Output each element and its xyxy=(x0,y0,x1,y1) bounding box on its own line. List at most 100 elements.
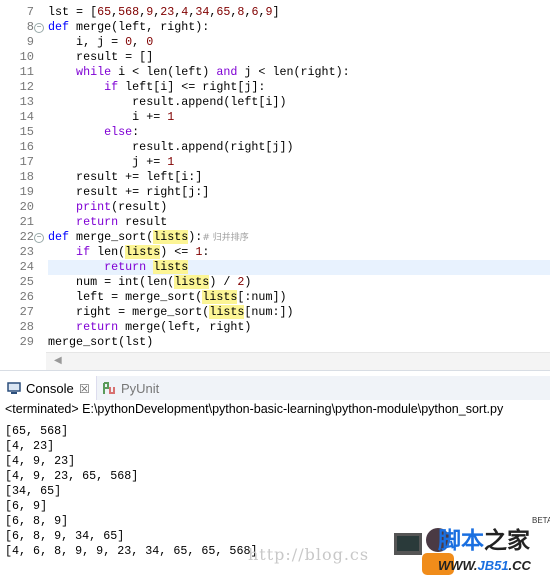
code-line[interactable]: i, j = 0, 0 xyxy=(48,35,550,50)
keyword: if xyxy=(48,80,119,94)
console-output: [65, 568] [4, 23] [4, 9, 23] [4, 9, 23, 65,… xyxy=(5,424,258,559)
tab-console[interactable]: Console ☒ xyxy=(0,376,97,400)
code-line[interactable]: result = [] xyxy=(48,50,550,65)
line-number: 19 xyxy=(19,185,34,199)
code-line[interactable]: if len(lists) <= 1: xyxy=(48,245,550,260)
line-number: 7 xyxy=(26,5,34,19)
code-text: result += right[j:] xyxy=(48,185,210,199)
number-literal: 23 xyxy=(160,5,175,19)
number-literal: 1 xyxy=(167,110,175,124)
output-line: [6, 8, 9] xyxy=(5,514,69,528)
code-text: i += xyxy=(48,110,168,124)
code-text: left[i] <= right[j]: xyxy=(118,80,266,94)
code-text: merge(left, right) xyxy=(118,320,252,334)
code-text: : xyxy=(132,125,140,139)
output-line: [6, 9] xyxy=(5,499,48,513)
code-editor[interactable]: 7 8−9 10 11 12 13 14 15 16 17 18 19 20 21 22−23 24 25 26 2… xyxy=(0,0,550,372)
code-line[interactable]: return lists xyxy=(48,260,550,275)
output-line: [4, 6, 8, 9, 9, 23, 34, 65, 65, 568] xyxy=(5,544,258,558)
code-text: num = int(len( xyxy=(48,275,175,289)
code-line[interactable]: return result xyxy=(48,215,550,230)
line-number: 15 xyxy=(19,125,34,139)
code-line[interactable]: num = int(len(lists) / 2) xyxy=(48,275,550,290)
tab-label: PyUnit xyxy=(121,381,160,396)
fold-toggle-icon[interactable]: − xyxy=(34,233,44,243)
number-literal: 34 xyxy=(195,5,210,19)
line-number: 16 xyxy=(19,140,34,154)
code-line[interactable]: j += 1 xyxy=(48,155,550,170)
code-text: result += left[i:] xyxy=(48,170,203,184)
code-line[interactable]: return merge(left, right) xyxy=(48,320,550,335)
line-number: 24 xyxy=(19,260,34,274)
line-number: 26 xyxy=(19,290,34,304)
code-text: merge_sort(lst) xyxy=(48,335,154,349)
output-line: [4, 23] xyxy=(5,439,55,453)
line-number: 12 xyxy=(19,80,34,94)
line-number: 17 xyxy=(19,155,34,169)
code-line[interactable]: def merge_sort(lists):# 归并排序 xyxy=(48,230,550,245)
code-text: ) xyxy=(244,275,252,289)
number-literal: 568 xyxy=(118,5,140,19)
close-tab-icon[interactable]: ☒ xyxy=(79,376,90,402)
code-line[interactable]: result.append(left[i]) xyxy=(48,95,550,110)
line-number: 21 xyxy=(19,215,34,229)
code-text: merge_sort( xyxy=(69,230,154,244)
code-text: result.append(left[i]) xyxy=(48,95,287,109)
code-line[interactable]: result += right[j:] xyxy=(48,185,550,200)
code-text: ) / xyxy=(209,275,238,289)
code-line[interactable]: right = merge_sort(lists[num:]) xyxy=(48,305,550,320)
code-line[interactable]: result += left[i:] xyxy=(48,170,550,185)
line-number: 13 xyxy=(19,95,34,109)
line-number: 9 xyxy=(26,35,34,49)
line-number: 18 xyxy=(19,170,34,184)
line-number: 29 xyxy=(19,335,34,349)
line-number: 28 xyxy=(19,320,34,334)
output-line: [4, 9, 23, 65, 568] xyxy=(5,469,139,483)
fold-toggle-icon[interactable]: − xyxy=(34,23,44,33)
console-tab-bar: Console ☒ PyUnit xyxy=(0,376,550,400)
editor-border xyxy=(0,370,550,375)
logo-mascot-icon: BETA 脚本之家 WWW.JB51.CC xyxy=(394,516,550,575)
code-line[interactable]: while i < len(left) and j < len(right): xyxy=(48,65,550,80)
code-line[interactable]: if left[i] <= right[j]: xyxy=(48,80,550,95)
line-number: 8− xyxy=(0,20,46,35)
code-line[interactable]: lst = [65,568,9,23,4,34,65,8,6,9] xyxy=(48,5,550,20)
watermark-text: http://blog.cs xyxy=(248,545,370,564)
output-line: [34, 65] xyxy=(5,484,62,498)
code-text: right = merge_sort( xyxy=(48,305,210,319)
code-text: result = [] xyxy=(48,50,154,64)
line-number: 11 xyxy=(19,65,34,79)
code-text: result xyxy=(118,215,168,229)
line-number-gutter: 7 8−9 10 11 12 13 14 15 16 17 18 19 20 21 22−23 24 25 26 2… xyxy=(0,5,46,350)
keyword: def xyxy=(48,20,70,34)
line-number: 27 xyxy=(19,305,34,319)
line-number: 25 xyxy=(19,275,34,289)
occurrence-highlight: lists xyxy=(153,260,189,274)
keyword: and xyxy=(216,65,238,79)
code-line[interactable]: def merge(left, right): xyxy=(48,20,550,35)
scroll-left-arrow-icon[interactable]: ◀ xyxy=(54,355,62,366)
keyword: return xyxy=(48,260,147,274)
code-line[interactable]: else: xyxy=(48,125,550,140)
number-literal: 0 xyxy=(146,35,154,49)
keyword: while xyxy=(48,65,112,79)
output-line: [4, 9, 23] xyxy=(5,454,76,468)
code-line[interactable]: left = merge_sort(lists[:num]) xyxy=(48,290,550,305)
code-text: ] xyxy=(272,5,280,19)
code-line[interactable]: result.append(right[j]) xyxy=(48,140,550,155)
svg-text:WWW.JB51.CC: WWW.JB51.CC xyxy=(438,558,532,573)
code-line[interactable]: merge_sort(lst) xyxy=(48,335,550,350)
line-number: 14 xyxy=(19,110,34,124)
code-line[interactable]: i += 1 xyxy=(48,110,550,125)
code-text: left = merge_sort( xyxy=(48,290,203,304)
code-text: i, j = xyxy=(48,35,126,49)
code-area[interactable]: lst = [65,568,9,23,4,34,65,8,6,9] def mer… xyxy=(48,5,550,350)
code-text: len( xyxy=(90,245,126,259)
code-line[interactable]: print(result) xyxy=(48,200,550,215)
horizontal-scrollbar[interactable]: ◀ xyxy=(46,352,550,371)
code-text: j < len(right): xyxy=(237,65,350,79)
line-number: 10 xyxy=(19,50,34,64)
keyword: return xyxy=(48,215,119,229)
output-line: [65, 568] xyxy=(5,424,69,438)
output-line: [6, 8, 9, 34, 65] xyxy=(5,529,125,543)
